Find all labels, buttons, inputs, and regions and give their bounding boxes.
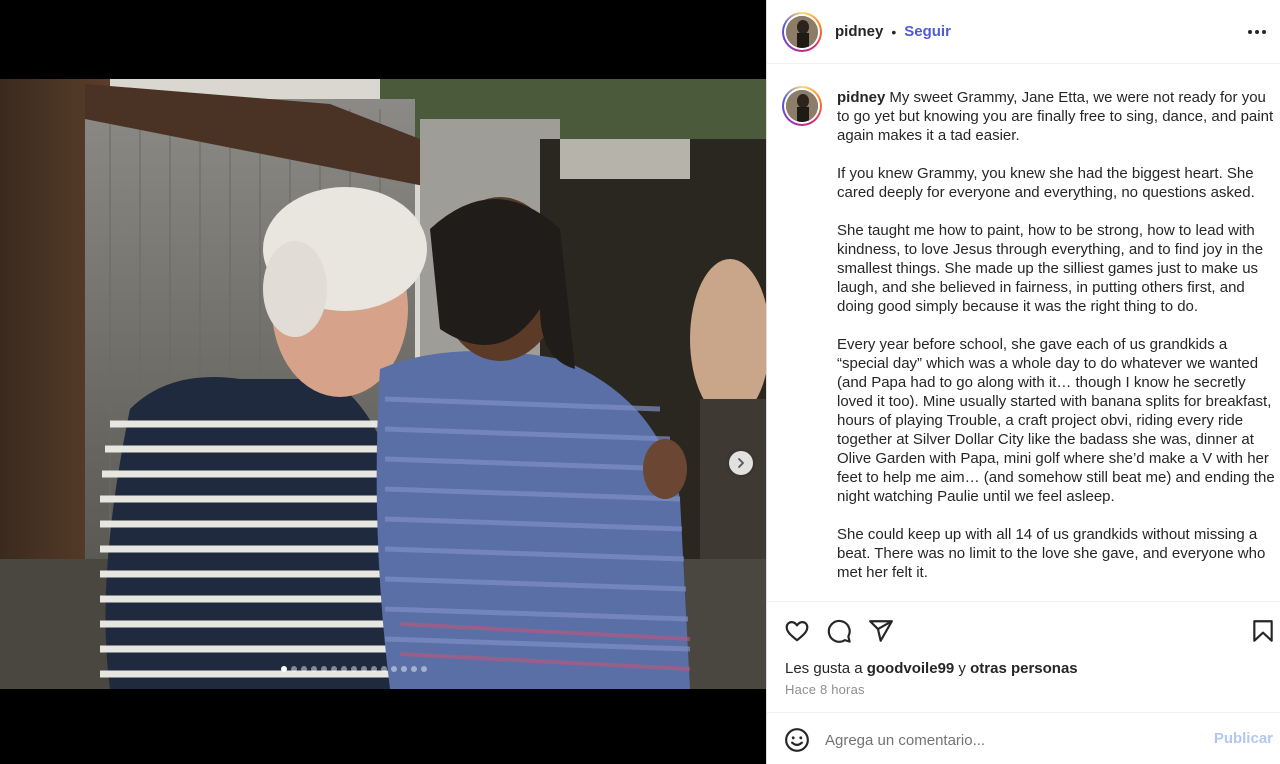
chevron-right-icon [738, 458, 744, 468]
share-icon[interactable] [868, 618, 894, 644]
caption-paragraph: She could keep up with all 14 of us gran… [837, 526, 1266, 581]
caption-username[interactable]: pidney [837, 89, 885, 106]
likes-others-link[interactable]: otras personas [970, 660, 1078, 677]
carousel-dot [291, 666, 297, 672]
carousel-dot [331, 666, 337, 672]
comment-bar: Publicar [767, 712, 1280, 764]
more-horizontal-icon [1248, 30, 1252, 34]
heart-icon[interactable] [784, 618, 810, 644]
post-header: pidney • Seguir [767, 0, 1280, 64]
profile-photo [786, 15, 818, 48]
carousel-dot [281, 666, 287, 672]
publish-button[interactable]: Publicar [1214, 730, 1273, 747]
photo-illustration [0, 79, 766, 689]
carousel-dot [351, 666, 357, 672]
carousel-dot [381, 666, 387, 672]
likes-prefix: Les gusta a [785, 660, 867, 677]
post-photo[interactable] [0, 79, 766, 689]
caption-scroll-area[interactable]: pidney My sweet Grammy, Jane Etta, we wer… [767, 64, 1280, 602]
next-photo-button[interactable] [729, 451, 753, 475]
post-caption: pidney My sweet Grammy, Jane Etta, we wer… [837, 88, 1275, 601]
caption-paragraph: Every year before school, she gave each … [837, 336, 1275, 505]
comment-icon[interactable] [826, 618, 852, 644]
carousel-dot [361, 666, 367, 672]
carousel-dot [401, 666, 407, 672]
carousel-dot [411, 666, 417, 672]
more-options-button[interactable] [1245, 22, 1269, 42]
profile-photo [786, 90, 818, 122]
post-username[interactable]: pidney [835, 23, 883, 40]
comment-input[interactable] [825, 727, 1205, 753]
carousel-dot [311, 666, 317, 672]
caption-paragraph: If you knew Grammy, you knew she had the… [837, 165, 1255, 201]
carousel-dot [321, 666, 327, 672]
likes-middle: y [954, 660, 971, 677]
carousel-indicator [281, 666, 427, 672]
carousel-dot [301, 666, 307, 672]
bookmark-icon[interactable] [1250, 618, 1276, 644]
follow-button[interactable]: Seguir [904, 23, 951, 40]
caption-text: My sweet Grammy, Jane Etta, we were not … [837, 89, 1274, 144]
caption-avatar[interactable] [782, 86, 822, 126]
carousel-dot [371, 666, 377, 672]
post-side-panel: pidney • Seguir pidney My sweet Grammy, J… [766, 0, 1280, 764]
post-media [0, 0, 766, 764]
caption-paragraph: She taught me how to paint, how to be st… [837, 222, 1264, 315]
emoji-icon[interactable] [784, 727, 810, 753]
carousel-dot [421, 666, 427, 672]
likes-summary: Les gusta a goodvoile99 y otras personas [785, 660, 1078, 677]
carousel-dot [391, 666, 397, 672]
post-actions [767, 602, 1280, 658]
avatar[interactable] [782, 11, 822, 52]
separator-dot: • [891, 23, 897, 40]
carousel-dot [341, 666, 347, 672]
post-timestamp[interactable]: Hace 8 horas [785, 682, 865, 697]
caption-paragraph: pidney My sweet Grammy, Jane Etta, we wer… [837, 88, 1275, 145]
liked-by-user[interactable]: goodvoile99 [867, 660, 955, 677]
